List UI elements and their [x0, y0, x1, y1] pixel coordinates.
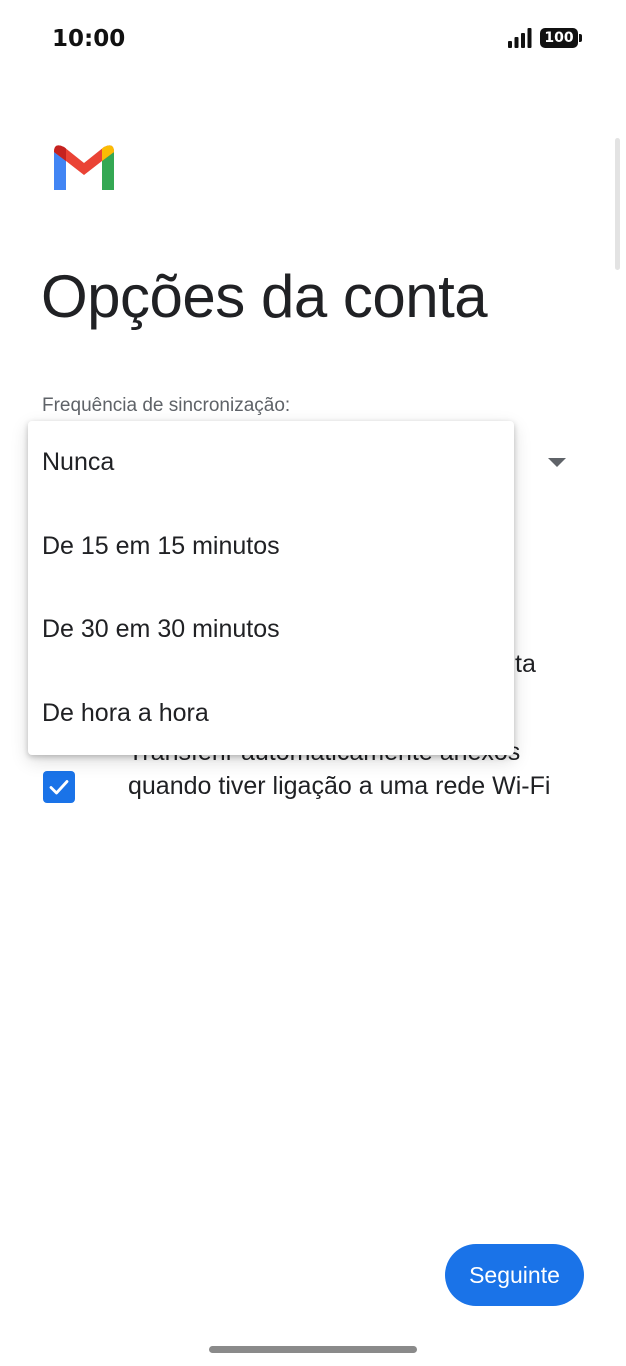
- next-button[interactable]: Seguinte: [445, 1244, 584, 1306]
- signal-icon: [508, 28, 532, 48]
- auto-download-attachments-checkbox[interactable]: [43, 771, 75, 803]
- sync-frequency-menu: Nunca De 15 em 15 minutos De 30 em 30 mi…: [28, 421, 514, 755]
- status-time: 10:00: [52, 26, 126, 52]
- status-bar: 10:00 100: [0, 0, 626, 80]
- sync-frequency-label: Frequência de sincronização:: [42, 395, 291, 416]
- account-sync-text-partial: ta: [515, 650, 536, 678]
- status-icons: 100: [508, 28, 582, 48]
- menu-item-never[interactable]: Nunca: [28, 421, 514, 505]
- home-indicator[interactable]: [209, 1346, 417, 1353]
- menu-item-hourly[interactable]: De hora a hora: [28, 672, 514, 756]
- gmail-logo-icon: [54, 145, 114, 190]
- checkmark-icon: [49, 780, 69, 795]
- menu-item-every-30-minutes[interactable]: De 30 em 30 minutos: [28, 588, 514, 672]
- scrollbar-thumb[interactable]: [615, 138, 620, 270]
- menu-item-every-15-minutes[interactable]: De 15 em 15 minutos: [28, 505, 514, 589]
- dropdown-arrow-icon[interactable]: [548, 458, 566, 467]
- page-title: Opções da conta: [41, 263, 488, 330]
- battery-icon: 100: [540, 28, 582, 48]
